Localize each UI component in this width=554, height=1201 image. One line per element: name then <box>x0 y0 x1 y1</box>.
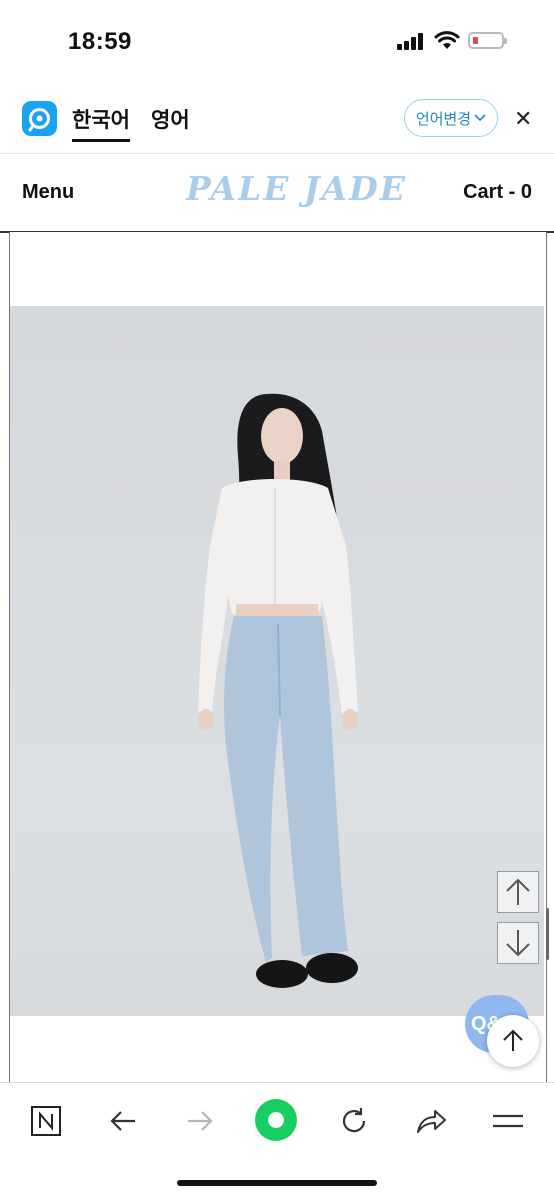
share-icon <box>417 1110 446 1133</box>
chevron-down-icon <box>474 114 486 122</box>
green-dot-icon <box>255 1099 297 1141</box>
menu-button-browser[interactable] <box>486 1099 530 1143</box>
page-scrollbar[interactable] <box>546 908 549 960</box>
back-button[interactable] <box>101 1099 145 1143</box>
change-language-label: 언어변경 <box>415 110 472 128</box>
change-language-button[interactable]: 언어변경 <box>404 99 498 137</box>
arrow-up-icon <box>506 878 530 905</box>
status-time: 18:59 <box>68 28 132 55</box>
scroll-up-button[interactable] <box>497 871 539 913</box>
green-dot-button[interactable] <box>253 1097 299 1143</box>
site-header: Menu PALE JADE Cart - 0 <box>0 153 554 233</box>
product-photo <box>10 306 544 1016</box>
tab-korean[interactable]: 한국어 <box>72 104 130 134</box>
reload-button[interactable] <box>332 1099 376 1143</box>
brand-logo[interactable]: PALE JADE <box>186 169 407 208</box>
battery-low-icon <box>468 32 507 49</box>
home-indicator <box>177 1180 377 1186</box>
tab-english[interactable]: 영어 <box>151 104 190 134</box>
back-to-top-button[interactable] <box>487 1015 539 1067</box>
forward-button[interactable] <box>178 1099 222 1143</box>
scroll-down-button[interactable] <box>497 922 539 964</box>
share-button[interactable] <box>409 1099 453 1143</box>
close-icon[interactable]: ✕ <box>514 106 532 132</box>
translation-bar: 한국어 영어 언어변경 ✕ <box>0 82 554 154</box>
arrow-up-icon <box>503 1029 523 1051</box>
cellular-signal-icon <box>397 33 423 50</box>
hamburger-menu-icon <box>493 1114 523 1128</box>
back-arrow-icon <box>110 1111 135 1131</box>
papago-logo-icon <box>22 101 57 136</box>
status-bar: 18:59 <box>0 0 554 82</box>
wifi-icon <box>434 31 460 49</box>
active-tab-underline <box>72 139 130 142</box>
reload-icon <box>342 1108 366 1133</box>
menu-button[interactable]: Menu <box>22 181 74 204</box>
arrow-down-icon <box>506 930 530 957</box>
naver-home-button[interactable] <box>24 1099 68 1143</box>
naver-n-icon <box>31 1106 61 1136</box>
cart-link[interactable]: Cart - 0 <box>463 181 532 204</box>
forward-arrow-icon <box>188 1111 213 1131</box>
